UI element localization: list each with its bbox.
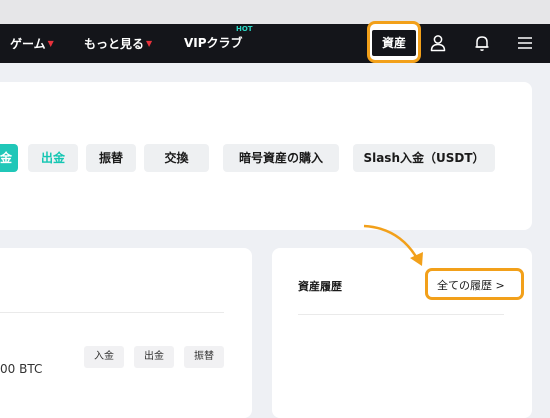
- pointer-arrow-icon: [363, 224, 423, 266]
- withdraw-button[interactable]: 出金: [28, 144, 78, 172]
- caret-down-icon: ▼: [146, 39, 153, 48]
- top-navbar: ゲーム ▼ もっと見る ▼ VIPクラブ: [0, 24, 550, 63]
- actions-card: 金 出金 振替 交換 暗号資産の購入 Slash入金（USDT）: [0, 82, 532, 230]
- menu-icon[interactable]: [515, 33, 535, 53]
- history-divider: [298, 314, 504, 315]
- balance-card: [0, 248, 252, 418]
- browser-top-strip: [0, 0, 550, 24]
- nav-games[interactable]: ゲーム ▼: [10, 24, 54, 63]
- balance-divider: [0, 312, 224, 313]
- user-icon[interactable]: [428, 33, 448, 53]
- deposit-button[interactable]: 金: [0, 144, 18, 172]
- assets-button[interactable]: 資産: [372, 30, 416, 56]
- balance-transfer-button[interactable]: 振替: [184, 346, 224, 368]
- buy-crypto-button[interactable]: 暗号資産の購入: [223, 144, 339, 172]
- exchange-button[interactable]: 交換: [144, 144, 209, 172]
- balance-amount: 00 BTC: [0, 362, 43, 376]
- nav-games-label: ゲーム: [10, 37, 46, 51]
- all-history-link[interactable]: 全ての履歴 >: [437, 277, 505, 293]
- nav-more[interactable]: もっと見る ▼: [84, 24, 152, 63]
- hot-badge: HOT: [236, 25, 253, 33]
- caret-down-icon: ▼: [47, 39, 54, 48]
- balance-deposit-button[interactable]: 入金: [84, 346, 124, 368]
- nav-vip-club[interactable]: VIPクラブ: [184, 24, 243, 63]
- asset-history-title: 資産履歴: [298, 280, 342, 293]
- slash-deposit-button[interactable]: Slash入金（USDT）: [353, 144, 495, 172]
- nav-more-label: もっと見る: [84, 37, 145, 51]
- transfer-button[interactable]: 振替: [86, 144, 136, 172]
- bell-icon[interactable]: [472, 33, 492, 53]
- balance-withdraw-button[interactable]: 出金: [134, 346, 174, 368]
